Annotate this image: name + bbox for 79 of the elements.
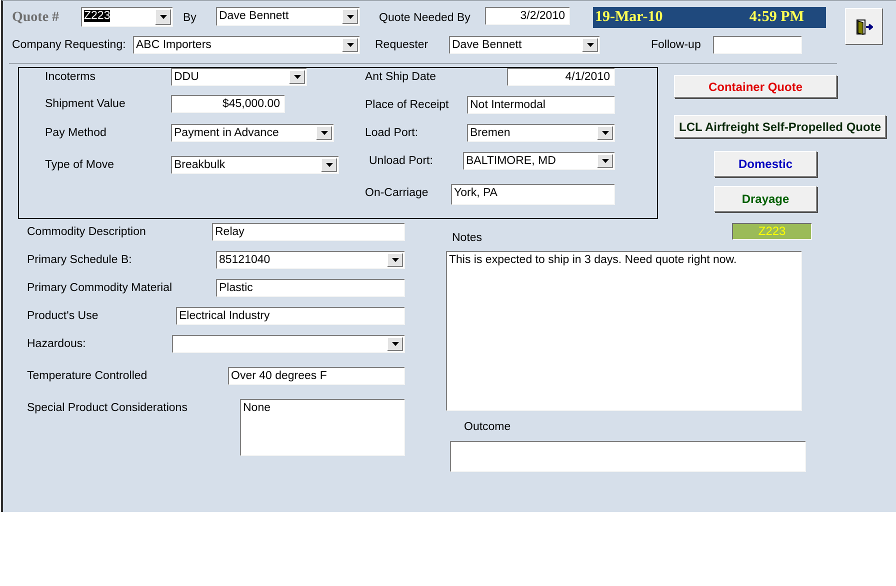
dropdown-field[interactable]: Breakbulk (171, 156, 339, 174)
action-button[interactable]: LCL Airfreight Self-Propelled Quote (674, 115, 886, 138)
dropdown-button[interactable] (316, 126, 332, 140)
dropdown-button[interactable] (342, 38, 358, 52)
field-label: Incoterms (45, 70, 96, 85)
field-label: Ant Ship Date (365, 70, 437, 85)
field-label: By (183, 11, 198, 26)
caret-icon (586, 43, 594, 47)
field-label: Pay Method (45, 126, 108, 141)
dropdown-field[interactable]: Payment in Advance (171, 124, 334, 142)
text-field[interactable]: Over 40 degrees F (228, 367, 405, 385)
caret-icon (320, 131, 328, 135)
text-area[interactable]: None (240, 399, 405, 456)
text-field[interactable]: Plastic (216, 279, 405, 297)
caret-icon (602, 159, 608, 163)
dropdown-button[interactable] (155, 9, 171, 25)
field-label: Notes (452, 232, 482, 244)
quote-number-badge: Z223 (732, 223, 812, 240)
text-field[interactable]: $45,000.00 (171, 95, 285, 113)
text-area[interactable]: This is expected to ship in 3 days. Need quote right now. (446, 251, 802, 411)
caret-icon (294, 75, 300, 79)
caret-icon (602, 131, 608, 135)
field-label: Special Product Considerations (27, 401, 188, 416)
caret-icon (392, 258, 398, 262)
dropdown-field[interactable]: BALTIMORE, MD (463, 152, 615, 170)
exit-button[interactable] (845, 8, 883, 45)
field-label: On-Carriage (365, 186, 430, 201)
field-label: Load Port: (365, 126, 420, 141)
dropdown-field[interactable] (172, 335, 405, 353)
quote-number-label: Quote # (12, 9, 60, 27)
date-text: 19-Mar-10 (595, 9, 663, 26)
dropdown-button[interactable] (321, 158, 337, 172)
field-label: Primary Schedule B: (27, 253, 133, 268)
field-label: Primary Commodity Material (27, 281, 174, 296)
caret-icon (160, 15, 166, 19)
field-label: Unload Port: (369, 154, 434, 169)
text-field[interactable]: Relay (212, 223, 405, 241)
dropdown-button[interactable] (289, 70, 305, 84)
text-field[interactable] (713, 36, 802, 54)
dropdown-button[interactable] (597, 126, 613, 140)
field-label: Temperature Controlled (27, 369, 148, 384)
dropdown-field[interactable]: Dave Bennett (449, 36, 600, 54)
caret-icon (326, 163, 332, 167)
field-label: Follow-up (651, 38, 702, 53)
action-button[interactable]: Container Quote (674, 75, 837, 98)
dropdown-field[interactable]: 85121040 (216, 251, 405, 269)
text-field[interactable]: 4/1/2010 (507, 68, 615, 86)
caret-icon (346, 14, 354, 18)
dropdown-field[interactable]: Z223 (81, 7, 173, 27)
field-label: Company Requesting: (12, 38, 127, 53)
dropdown-button[interactable] (387, 337, 403, 351)
field-label: Outcome (464, 420, 511, 435)
field-label: Shipment Value (45, 97, 126, 112)
text-field[interactable]: Electrical Industry (176, 307, 405, 325)
caret-icon (392, 342, 398, 346)
dropdown-field[interactable]: Dave Bennett (216, 7, 360, 26)
field-label: Quote Needed By (379, 11, 472, 26)
caret-icon (346, 43, 354, 47)
dropdown-field[interactable]: DDU (171, 68, 307, 86)
dropdown-button[interactable] (582, 38, 598, 52)
text-field[interactable]: 3/2/2010 (485, 7, 570, 25)
field-label: Commodity Description (27, 225, 147, 240)
action-button[interactable]: Drayage (714, 186, 817, 212)
door-exit-icon (856, 18, 872, 34)
field-label: Type of Move (45, 158, 116, 173)
field-label: Requester (375, 38, 430, 53)
text-field[interactable]: York, PA (451, 184, 615, 205)
field-label: Product's Use (27, 309, 100, 324)
dropdown-button[interactable] (597, 154, 613, 168)
field-label: Place of Receipt (365, 98, 450, 113)
dropdown-field[interactable]: ABC Importers (133, 36, 360, 54)
dropdown-button[interactable] (342, 9, 358, 24)
dropdown-field[interactable]: Bremen (467, 124, 615, 142)
dropdown-button[interactable] (387, 253, 403, 267)
time-text: 4:59 PM (749, 9, 804, 26)
text-field[interactable]: Not Intermodal (467, 96, 615, 114)
action-button[interactable]: Domestic (714, 151, 817, 177)
text-field[interactable] (450, 441, 806, 472)
field-label: Hazardous: (27, 337, 87, 352)
